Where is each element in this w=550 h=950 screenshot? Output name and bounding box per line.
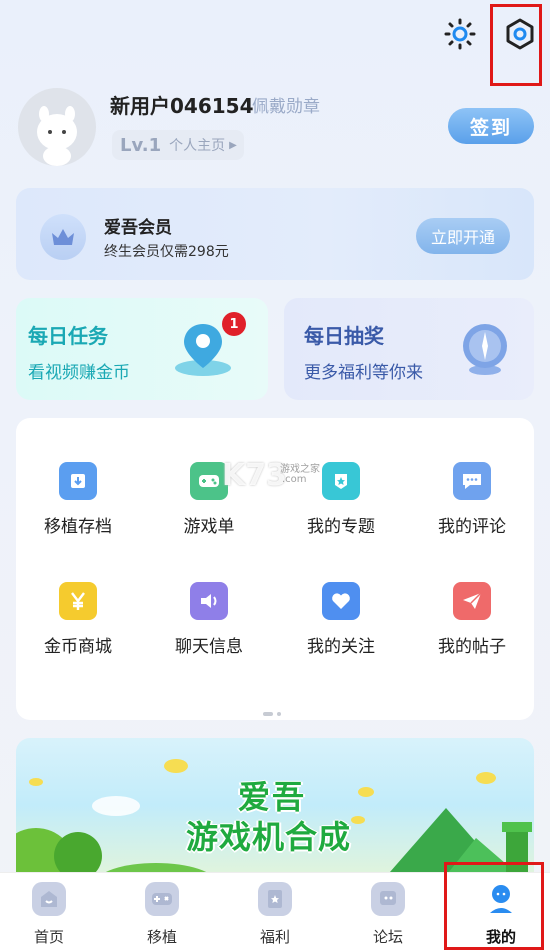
download-box-icon — [59, 462, 97, 500]
tab-forum[interactable]: 论坛 — [348, 882, 428, 947]
grid-label: 金币商城 — [44, 637, 112, 657]
task-count-badge: 1 — [222, 312, 246, 336]
grid-item-my-comments[interactable]: 我的评论 — [412, 462, 532, 537]
tab-label: 首页 — [33, 928, 64, 946]
heart-icon — [322, 582, 360, 620]
banner-title-line2: 游戏机合成 — [186, 818, 352, 856]
vip-open-button[interactable]: 立即开通 — [416, 218, 510, 254]
grid-item-chat-info[interactable]: 聊天信息 — [149, 582, 269, 657]
vip-subtitle: 终生会员仅需298元 — [104, 244, 229, 260]
page-indicator — [263, 701, 285, 720]
speaker-icon — [190, 582, 228, 620]
grid-label: 我的专题 — [307, 517, 375, 537]
daily-task-title: 每日任务 — [28, 324, 108, 348]
tab-label: 移植 — [146, 928, 177, 946]
page-dot-active — [263, 712, 273, 716]
home-icon — [32, 882, 66, 916]
sun-icon[interactable] — [442, 16, 478, 52]
level-chip[interactable]: Lv.1 个人主页 ▶ — [112, 130, 244, 160]
highlight-box-settings — [490, 4, 542, 86]
highlight-box-mine-tab — [444, 862, 544, 950]
daily-lottery-title: 每日抽奖 — [304, 324, 384, 348]
username: 新用户046154 — [110, 94, 254, 118]
wear-badge-link[interactable]: 佩戴勋章 — [252, 92, 320, 117]
watermark-logo: K73 — [222, 458, 287, 493]
tab-home[interactable]: 首页 — [9, 882, 89, 947]
gift-card-icon — [258, 882, 292, 916]
star-shield-icon — [322, 462, 360, 500]
grid-item-port-save[interactable]: 移植存档 — [18, 462, 138, 537]
grid-label: 我的帖子 — [438, 637, 506, 657]
paper-plane-icon — [453, 582, 491, 620]
tab-label: 论坛 — [372, 928, 403, 946]
watermark-domain: .com — [282, 474, 307, 485]
grid-label: 我的关注 — [307, 637, 375, 657]
crown-icon — [40, 214, 86, 260]
daily-task-subtitle: 看视频赚金币 — [28, 363, 130, 383]
vip-title: 爱吾会员 — [104, 218, 172, 238]
chevron-right-icon: ▶ — [229, 139, 237, 151]
grid-label: 我的评论 — [438, 517, 506, 537]
checkin-button[interactable]: 签到 — [448, 108, 534, 144]
homepage-link[interactable]: 个人主页 — [169, 135, 225, 155]
tab-label: 福利 — [259, 928, 290, 946]
grid-item-coin-shop[interactable]: 金币商城 — [18, 582, 138, 657]
daily-lottery-subtitle: 更多福利等你来 — [304, 363, 423, 383]
compass-icon — [458, 322, 512, 382]
grid-label: 移植存档 — [44, 517, 112, 537]
grid-label: 游戏单 — [183, 517, 235, 537]
grid-label: 聊天信息 — [175, 637, 243, 657]
avatar[interactable] — [18, 88, 96, 166]
yen-icon — [59, 582, 97, 620]
gamepad-tab-icon — [145, 882, 179, 916]
chat-bubble-icon — [453, 462, 491, 500]
watermark-sub: 游戏之家 — [280, 464, 320, 475]
page-dot — [277, 712, 281, 716]
grid-item-my-posts[interactable]: 我的帖子 — [412, 582, 532, 657]
grid-item-my-follows[interactable]: 我的关注 — [281, 582, 401, 657]
forum-icon — [371, 882, 405, 916]
tab-welfare[interactable]: 福利 — [235, 882, 315, 947]
tab-port[interactable]: 移植 — [122, 882, 202, 947]
level-label: Lv.1 — [120, 134, 162, 156]
